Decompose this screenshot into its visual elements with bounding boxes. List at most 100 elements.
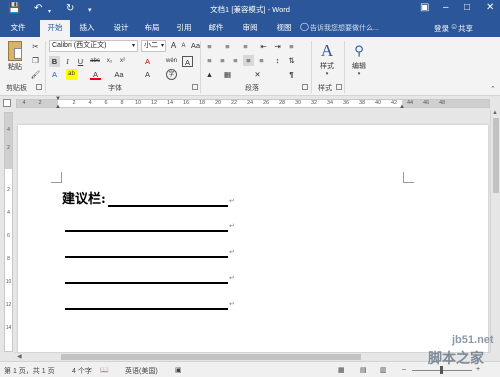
styles-button[interactable]: A 样式 ▾ [316,41,338,77]
align-center-icon[interactable]: ≡ [217,55,228,66]
language-status[interactable]: 英语(美国) [125,366,158,376]
font-name-combo[interactable]: Calibri (西文正文) ▾ [49,40,138,52]
sort-text-icon[interactable]: ✕ [252,69,263,80]
maximize-icon[interactable]: □ [464,2,470,14]
scroll-left-icon[interactable]: ◀ [17,353,22,360]
tab-review[interactable]: 审阅 [237,20,263,37]
read-mode-icon[interactable]: ▦ [338,366,345,374]
text-effects-icon[interactable]: A [49,69,60,80]
watermark-url: jb51.net [452,334,494,346]
collapse-ribbon-icon[interactable]: ⌃ [490,85,496,93]
scroll-thumb[interactable] [493,118,499,193]
shading-icon[interactable]: ▲ [204,69,215,80]
styles-launcher-icon[interactable] [336,84,342,90]
paragraph-launcher-icon[interactable] [302,84,308,90]
document-page[interactable]: 建议栏: ↵ ↵ ↵ ↵ ↵ [18,125,488,352]
ruler-tick: 12 [150,100,158,106]
phonetic-guide-icon[interactable]: wén [166,56,177,67]
page-count[interactable]: 第 1 页，共 1 页 [4,366,55,376]
clipboard-launcher-icon[interactable] [36,84,42,90]
chevron-down-icon: ▾ [325,71,329,77]
first-line-indent-icon[interactable]: ▼ [55,96,61,102]
decrease-indent-icon[interactable]: ⇤ [258,41,269,52]
font-launcher-icon[interactable] [192,84,198,90]
enclose-char-icon[interactable]: 字 [166,69,177,80]
italic-button[interactable]: I [62,56,73,67]
tab-layout[interactable]: 布局 [139,20,165,37]
paragraph-mark: ↵ [229,249,235,256]
paragraph-mark: ↵ [229,301,235,308]
bullets-icon[interactable]: ≡ [204,41,215,52]
word-count[interactable]: 4 个字 [72,366,92,376]
login-link[interactable]: 登录 [434,23,449,34]
underline-button[interactable]: U [75,56,86,67]
align-right-icon[interactable]: ≡ [230,55,241,66]
paragraph-mark: ↵ [229,198,235,205]
borders-icon[interactable]: ▦ [222,69,233,80]
horizontal-ruler[interactable]: 4 2 2 4 6 8 10 12 14 16 18 20 22 24 26 2… [0,96,500,110]
character-border-icon[interactable]: A [182,56,193,67]
tab-mailings[interactable]: 邮件 [203,20,229,37]
increase-indent-icon[interactable]: ⇥ [272,41,283,52]
numbering-icon[interactable]: ≡ [222,41,233,52]
scroll-thumb[interactable] [61,354,361,360]
ruler-tick: 14 [166,100,174,106]
tab-home[interactable]: 开始 [40,20,70,37]
paste-button[interactable]: 粘贴 [4,41,26,72]
justify-icon[interactable]: ≡ [243,55,254,66]
format-painter-icon[interactable]: 🖌 [30,69,41,80]
clear-formatting-icon[interactable]: A [142,56,153,67]
bold-button[interactable]: B [49,56,60,67]
sort-icon[interactable]: ⇅ [286,55,297,66]
vertical-ruler[interactable]: 4 2 2 4 6 8 10 12 14 [4,112,13,352]
editing-button[interactable]: ⚲ 编辑 ▾ [348,41,370,77]
close-icon[interactable]: ✕ [486,2,494,14]
zoom-out-icon[interactable]: – [402,366,406,373]
document-heading[interactable]: 建议栏: [62,188,106,207]
line-spacing-icon[interactable]: ↕ [272,55,283,66]
document-area[interactable]: 建议栏: ↵ ↵ ↵ ↵ ↵ [15,110,490,352]
ribbon-display-icon[interactable]: ▣ [420,2,429,14]
vruler-tick: 4 [7,127,10,133]
clipboard-group-label: 剪贴板 [6,85,27,92]
scroll-up-icon[interactable]: ▲ [492,110,498,116]
tab-design[interactable]: 设计 [108,20,134,37]
underline-blank [65,256,228,258]
ruler-tick: 32 [310,100,318,106]
copy-icon[interactable]: ❐ [30,55,41,66]
asian-layout-icon[interactable]: ≡ [286,41,297,52]
vruler-tick: 14 [5,325,12,331]
tell-me-input[interactable]: 告诉我您想要做什么... [310,23,379,33]
tab-view[interactable]: 视图 [271,20,297,37]
tab-insert[interactable]: 插入 [74,20,100,37]
macro-icon[interactable]: ▣ [175,366,182,374]
align-left-icon[interactable]: ≡ [204,55,215,66]
superscript-button[interactable]: x² [117,56,128,67]
horizontal-scrollbar[interactable]: ◀ [15,352,490,361]
strikethrough-button[interactable]: abc [88,56,102,67]
watermark-text: 脚本之家 [428,350,484,366]
font-size-combo[interactable]: 小二 ▾ [141,40,166,52]
font-color-button[interactable]: A [90,69,101,80]
ruler-tick: 22 [230,100,238,106]
change-case-button[interactable]: Aa [112,69,126,80]
proofing-icon[interactable]: 📖 [100,366,109,374]
web-layout-icon[interactable]: ▥ [380,366,387,374]
distributed-icon[interactable]: ≡ [256,55,267,66]
tab-references[interactable]: 引用 [171,20,197,37]
highlight-icon[interactable]: ab [66,69,77,80]
cut-icon[interactable]: ✂ [30,41,41,52]
subscript-button[interactable]: x₂ [104,56,115,67]
tab-file[interactable]: 文件 [6,20,30,37]
vertical-scrollbar[interactable]: ▲ [490,110,500,352]
share-icon[interactable]: ☺ [450,22,458,31]
print-layout-icon[interactable]: ▤ [360,366,367,374]
char-shading-icon[interactable]: A [142,69,153,80]
shrink-font-icon[interactable]: A [178,41,189,52]
tab-selector-icon[interactable] [3,99,11,107]
minimize-icon[interactable]: – [443,2,449,14]
share-button[interactable]: 共享 [458,23,473,34]
show-marks-icon[interactable]: ¶ [286,69,297,80]
multilevel-list-icon[interactable]: ≡ [240,41,251,52]
ribbon-tabs: 文件 开始 插入 设计 布局 引用 邮件 审阅 视图 ◯ 告诉我您想要做什么..… [0,18,500,37]
